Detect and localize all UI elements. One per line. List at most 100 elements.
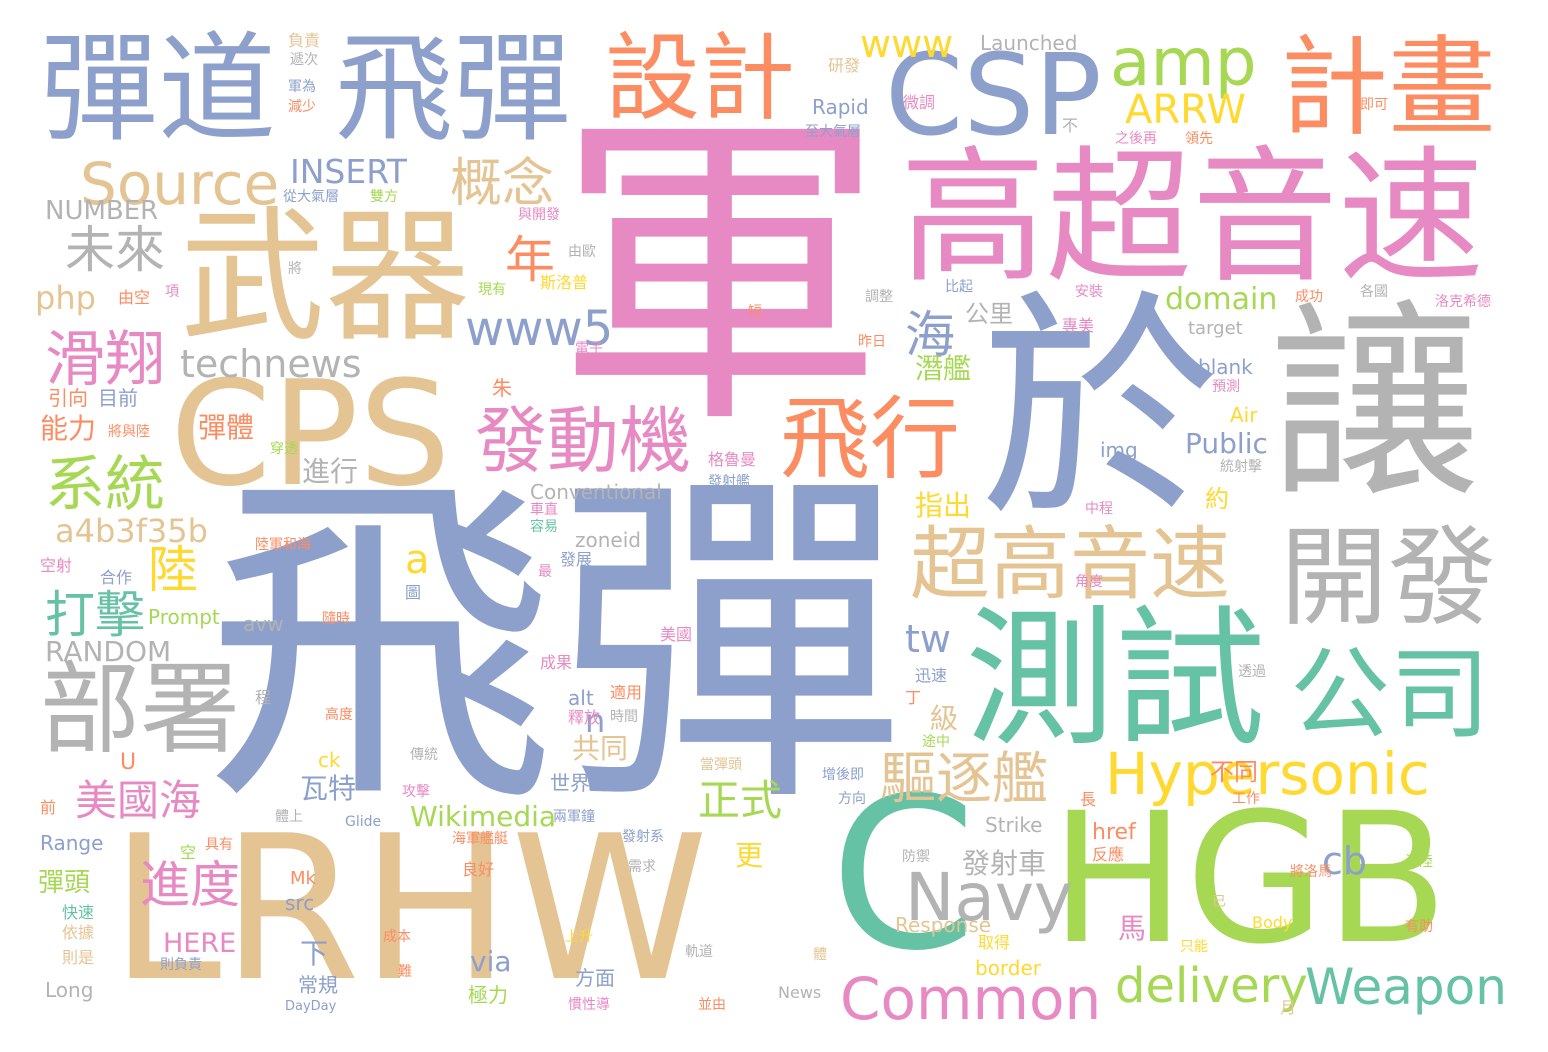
word-nan: 難 bbox=[398, 964, 412, 980]
word-fashexi: 發射系 bbox=[622, 829, 664, 845]
word-chuantou: 穿透 bbox=[270, 441, 298, 457]
word-gongji: 攻擊 bbox=[402, 784, 430, 800]
word-blank: blank bbox=[1198, 355, 1253, 379]
word-chengben: 成本 bbox=[383, 929, 411, 945]
word-youou: 由歐 bbox=[568, 244, 596, 260]
word-shifang: 釋放 bbox=[568, 708, 601, 727]
word-biqi: 比起 bbox=[945, 279, 973, 295]
word-yue-month: 月 bbox=[1280, 998, 1297, 1017]
word-mk: Mk bbox=[290, 868, 316, 889]
word-qian: 前 bbox=[40, 798, 57, 817]
word-daji: 打擊 bbox=[45, 586, 145, 644]
word-range: Range bbox=[40, 831, 104, 855]
word-chang: 長 bbox=[1080, 790, 1097, 809]
word-yi: 已 bbox=[1212, 894, 1226, 910]
word-zhengshi: 正式 bbox=[698, 776, 783, 825]
word-jinxing: 進行 bbox=[302, 455, 359, 488]
word-zuori: 昨日 bbox=[858, 334, 886, 350]
word-lingxian: 領先 bbox=[1185, 131, 1213, 147]
word-kuaisu: 快速 bbox=[62, 903, 95, 922]
word-zhu: 朱 bbox=[492, 376, 512, 400]
word-chengguo: 成果 bbox=[540, 653, 573, 672]
word-shangsheng: 上升 bbox=[565, 929, 593, 945]
word-src: src bbox=[285, 891, 315, 915]
word-haijunjianting: 海軍艦艇 bbox=[452, 831, 508, 847]
word-avw: avw bbox=[243, 612, 284, 636]
word-dayday: DayDay bbox=[285, 999, 337, 1014]
word-meiguo: 美國 bbox=[660, 625, 693, 644]
word-zeshi: 則是 bbox=[62, 948, 95, 967]
word-meiguohai: 美國海 bbox=[75, 776, 202, 825]
word-lu: 陸 bbox=[148, 541, 198, 599]
word-fuze: 負責 bbox=[288, 31, 321, 50]
word-chenggong: 成功 bbox=[1295, 289, 1323, 305]
word-zhongcheng: 中程 bbox=[1085, 501, 1113, 517]
word-xianyou: 現有 bbox=[478, 282, 506, 298]
word-strike: Strike bbox=[985, 813, 1043, 837]
word-tiaozheng: 調整 bbox=[865, 289, 893, 305]
word-ceshi: 測試 bbox=[965, 593, 1266, 767]
word-fasheche: 發射車 bbox=[962, 847, 1047, 880]
word-dandao: 彈道 bbox=[40, 20, 277, 158]
word-www: www bbox=[860, 22, 954, 66]
word-jiaodu: 角度 bbox=[1075, 574, 1103, 590]
word-jianshao: 減少 bbox=[288, 99, 316, 115]
word-yu: 於 bbox=[980, 270, 1221, 550]
word-jiangyulu: 將與陸 bbox=[108, 424, 150, 440]
word-wikimedia: Wikimedia bbox=[410, 800, 557, 833]
word-geguo: 各國 bbox=[1360, 284, 1388, 300]
word-congdaqiceng: 從大氣層 bbox=[283, 189, 339, 205]
word-junwei: 軍為 bbox=[288, 79, 316, 95]
word-img: img bbox=[1100, 438, 1138, 462]
word-ti: 體 bbox=[813, 947, 827, 963]
word-feidan-medium: 飛彈 bbox=[335, 20, 572, 158]
word-dantou: 彈頭 bbox=[38, 868, 91, 898]
word-jiang: 將 bbox=[288, 261, 302, 277]
word-yanfa: 研發 bbox=[828, 56, 861, 75]
word-insert: INSERT bbox=[290, 152, 407, 191]
word-fanying: 反應 bbox=[1092, 845, 1125, 864]
word-rang: 讓 bbox=[1270, 282, 1481, 527]
word-zhidaqiceng: 至大氣層 bbox=[805, 124, 861, 140]
word-chezhi: 車直 bbox=[530, 502, 558, 518]
word-muqian: 目前 bbox=[98, 386, 138, 410]
word-fangmian: 方面 bbox=[575, 966, 615, 990]
word-bushu: 部署 bbox=[40, 651, 240, 768]
word-chuantong: 傳統 bbox=[410, 747, 438, 763]
word-launched: Launched bbox=[980, 31, 1078, 55]
word-jihua: 計畫 bbox=[1280, 26, 1497, 151]
word-dangdantou: 當彈頭 bbox=[700, 757, 742, 773]
word-siluopu: 斯洛普 bbox=[540, 273, 589, 292]
word-alt: alt bbox=[568, 686, 594, 710]
word-geng: 更 bbox=[735, 839, 764, 872]
word-shijian: 時間 bbox=[610, 709, 638, 725]
word-common: Common bbox=[840, 965, 1102, 1033]
word-wuqi: 武器 bbox=[180, 193, 470, 362]
word-php: php bbox=[35, 279, 96, 317]
word-youzhu: 有助 bbox=[1405, 919, 1433, 935]
word-zhuanmei: 專美 bbox=[1062, 316, 1095, 335]
word-cloud: 軍 飛彈 LRHW C HGB 讓 於 高超音速 武器 CPS 測試 飛彈 彈道… bbox=[0, 0, 1548, 1052]
word-news: News bbox=[778, 983, 822, 1002]
word-xunsu: 迅速 bbox=[915, 666, 948, 685]
word-butong: 不同 bbox=[1210, 758, 1258, 786]
word-shuangfang: 雙方 bbox=[370, 189, 398, 205]
word-zhihouzai: 之後再 bbox=[1115, 131, 1157, 147]
word-danti: 彈體 bbox=[198, 411, 255, 444]
word-arrw: ARRW bbox=[1125, 87, 1246, 133]
word-long: Long bbox=[45, 978, 94, 1002]
word-jindu: 進度 bbox=[140, 856, 240, 914]
word-tongsheji: 統射擊 bbox=[1220, 459, 1262, 475]
word-gelumanzh: 格魯曼 bbox=[708, 450, 757, 469]
word-guidao: 軌道 bbox=[685, 944, 713, 960]
word-weitiao: 微調 bbox=[903, 93, 936, 112]
word-dianzi: 電子 bbox=[575, 341, 603, 357]
word-delivery: delivery bbox=[1115, 958, 1308, 1014]
word-ding: 丁 bbox=[905, 688, 922, 707]
word-lujunhehai: 陸軍和海 bbox=[255, 537, 311, 553]
word-anzhuang: 安裝 bbox=[1075, 284, 1103, 300]
word-tw: tw bbox=[905, 617, 951, 661]
word-tishang: 體上 bbox=[275, 809, 303, 825]
word-yiju: 依據 bbox=[62, 923, 95, 942]
word-xuqiu: 需求 bbox=[628, 859, 656, 875]
